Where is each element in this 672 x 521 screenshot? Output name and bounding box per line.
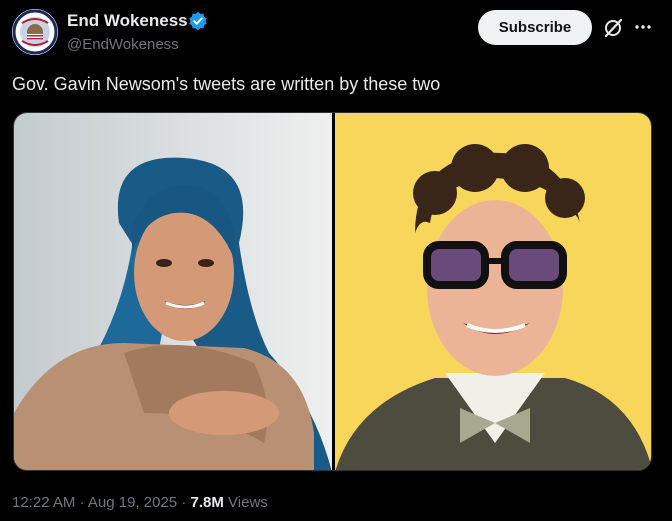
display-name[interactable]: End Wokeness	[67, 11, 188, 31]
more-dots-icon[interactable]	[633, 17, 653, 37]
post-time[interactable]: 12:22 AM	[12, 494, 75, 511]
avatar[interactable]	[12, 9, 58, 55]
meta-separator: ·	[181, 494, 187, 511]
post-header: End Wokeness @EndWokeness Subscribe	[0, 0, 672, 64]
views-label: Views	[228, 494, 268, 511]
media-grid[interactable]	[13, 112, 652, 471]
handle[interactable]: @EndWokeness	[67, 36, 179, 53]
photo-man-glasses[interactable]	[335, 113, 651, 470]
views-count: 7.8M	[190, 494, 224, 511]
meta-separator: ·	[79, 494, 85, 511]
tweet-text: Gov. Gavin Newsom's tweets are written b…	[12, 74, 441, 94]
verified-badge-icon[interactable]	[188, 11, 208, 31]
subscribe-button[interactable]: Subscribe	[478, 10, 592, 45]
grok-icon[interactable]	[602, 17, 624, 39]
post-meta: 12:22 AM · Aug 19, 2025 · 7.8M Views	[12, 494, 268, 511]
post-date[interactable]: Aug 19, 2025	[88, 494, 177, 511]
photo-woman-blue-hair[interactable]	[14, 113, 332, 470]
